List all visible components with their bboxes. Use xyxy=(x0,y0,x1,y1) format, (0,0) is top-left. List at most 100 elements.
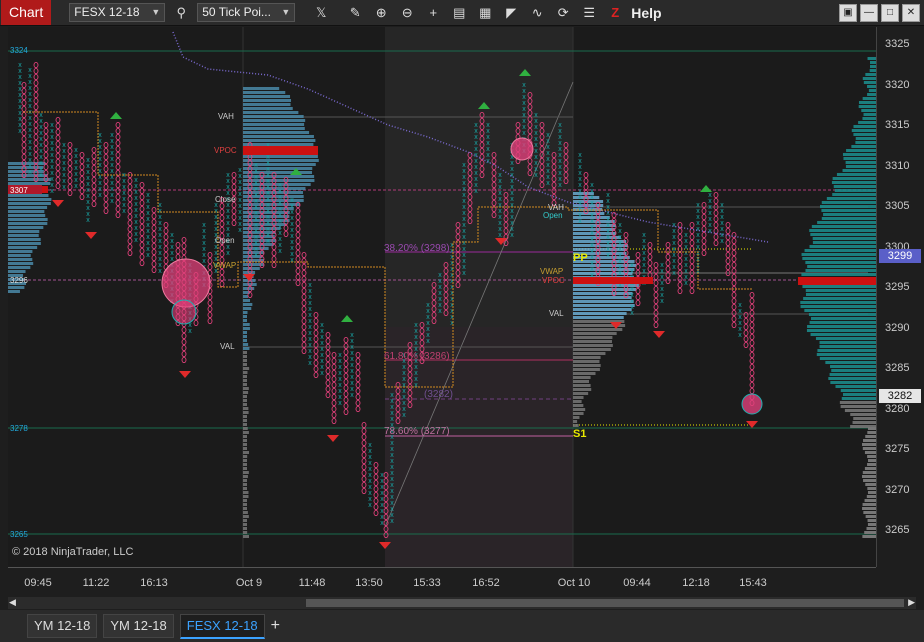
profile-bar xyxy=(243,363,247,366)
profile-bar xyxy=(243,535,249,538)
minimize-button[interactable]: — xyxy=(860,4,878,22)
tab-ym-2[interactable]: YM 12-18 xyxy=(103,614,174,638)
pivot-pp-label: PP xyxy=(573,252,588,264)
pnf-o-mark xyxy=(301,293,307,301)
profile-bar xyxy=(864,499,876,502)
pnf-o-mark xyxy=(67,147,73,155)
restore-button[interactable]: □ xyxy=(881,4,899,22)
tile-icon[interactable]: ▣ xyxy=(839,4,857,22)
add-tab-icon[interactable]: + xyxy=(271,617,280,635)
profile-bar xyxy=(8,202,51,205)
open-label: Open xyxy=(215,236,235,245)
pnf-o-mark xyxy=(725,257,731,265)
pnf-o-mark xyxy=(295,255,301,263)
profile-bar xyxy=(829,373,876,376)
pnf-o-mark xyxy=(743,329,749,337)
pnf-o-mark xyxy=(231,171,237,179)
pnf-o-mark xyxy=(665,247,671,255)
profile-bar xyxy=(573,344,613,347)
chart-panel[interactable]: x x x x x x x x x x x x x x x x x x x x x x x x x x x x x x x x x x x x x x x x… xyxy=(8,27,876,567)
pnf-o-mark xyxy=(33,67,39,75)
price-axis[interactable]: 3325 3320 3315 3310 3305 3300 3295 3290 … xyxy=(876,27,924,567)
profile-bar xyxy=(850,413,876,416)
time-axis[interactable]: 09:45 11:22 16:13 Oct 9 11:48 13:50 15:3… xyxy=(8,567,876,596)
zoom-out-icon[interactable]: ⊖ xyxy=(397,3,417,23)
pnf-o-mark xyxy=(331,399,337,407)
tab-ym-1[interactable]: YM 12-18 xyxy=(27,614,98,638)
pnf-o-mark xyxy=(21,99,27,107)
profile-bar xyxy=(867,85,876,88)
tab-fesx[interactable]: FESX 12-18 xyxy=(179,613,265,639)
pnf-o-mark xyxy=(127,183,133,191)
profile-bar xyxy=(8,182,51,185)
pnf-o-mark xyxy=(635,263,641,271)
point-and-figure-chart[interactable]: x x x x x x x x x x x x x x x x x x x x x x x x x x x x x x x x x x x x x x x x… xyxy=(8,27,876,567)
indicator-icon[interactable]: ∿ xyxy=(527,3,547,23)
z-order-icon[interactable]: Z xyxy=(605,3,625,23)
bar-type-selector[interactable]: 50 Tick Poi... ▼ xyxy=(197,3,296,22)
data-box-icon[interactable]: ▤ xyxy=(449,3,469,23)
pnf-o-mark xyxy=(103,183,109,191)
pnf-o-mark xyxy=(295,267,301,275)
drawing-tools-icon[interactable]: ◤ xyxy=(501,3,521,23)
help-menu[interactable]: Help xyxy=(631,5,661,21)
profile-bar xyxy=(243,155,318,158)
pnf-x-mark: x xyxy=(474,188,478,195)
properties-icon[interactable]: ☰ xyxy=(579,3,599,23)
pnf-o-mark xyxy=(653,321,659,329)
pnf-o-mark xyxy=(139,187,145,195)
scroll-left-icon[interactable]: ◀ xyxy=(9,597,16,608)
profile-bar xyxy=(573,368,600,371)
close-button[interactable]: ✕ xyxy=(902,4,920,22)
pnf-o-mark xyxy=(749,333,755,341)
profile-bar xyxy=(853,125,876,128)
pnf-o-mark xyxy=(355,393,361,401)
profile-bar xyxy=(243,411,249,414)
profile-bar xyxy=(243,255,263,258)
scrollbar-thumb[interactable] xyxy=(306,599,904,607)
pnf-o-mark xyxy=(43,139,49,147)
profile-bar xyxy=(573,412,584,415)
search-icon[interactable]: ⚲ xyxy=(171,3,191,23)
profile-bar xyxy=(843,157,876,160)
pnf-o-mark xyxy=(91,194,97,202)
pnf-o-mark xyxy=(295,243,301,251)
pnf-o-mark xyxy=(331,405,337,413)
refresh-icon[interactable]: ⟳ xyxy=(553,3,573,23)
val-label: VAL xyxy=(220,342,235,351)
profile-bar xyxy=(573,296,632,299)
instrument-selector[interactable]: FESX 12-18 ▼ xyxy=(69,3,166,22)
pnf-o-mark xyxy=(725,263,731,271)
pnf-o-mark xyxy=(79,175,85,183)
profile-bar xyxy=(573,364,601,367)
profile-bar xyxy=(819,345,876,348)
strategy-icon[interactable]: ▦ xyxy=(475,3,495,23)
pnf-o-mark xyxy=(151,218,157,226)
pnf-o-mark xyxy=(67,153,73,161)
vpoc-bar xyxy=(573,277,653,284)
pnf-o-mark xyxy=(219,220,225,228)
pnf-x-mark: x xyxy=(660,298,664,305)
profile-bar xyxy=(243,307,252,310)
profile-bar xyxy=(243,375,247,378)
pnf-o-mark xyxy=(713,197,719,205)
profile-bar xyxy=(573,336,613,339)
data-series-icon[interactable]: 𝕏 xyxy=(311,3,331,23)
profile-bar xyxy=(243,115,304,118)
profile-bar xyxy=(805,269,876,272)
pencil-icon[interactable]: ✎ xyxy=(345,3,365,23)
horizontal-scrollbar[interactable]: ◀ ▶ xyxy=(8,597,916,609)
pnf-o-mark xyxy=(665,241,671,249)
scroll-right-icon[interactable]: ▶ xyxy=(908,597,915,608)
profile-bar xyxy=(867,455,876,458)
pnf-o-mark xyxy=(731,237,737,245)
pnf-o-mark xyxy=(361,481,367,489)
pnf-o-mark xyxy=(647,253,653,261)
profile-bar xyxy=(861,109,876,112)
profile-bar xyxy=(862,507,876,510)
price-label: 3290 xyxy=(885,322,910,334)
zoom-in-icon[interactable]: ⊕ xyxy=(371,3,391,23)
crosshair-icon[interactable]: + xyxy=(423,3,443,23)
pnf-o-mark xyxy=(343,360,349,368)
fib-label: 78.60% (3277) xyxy=(384,426,450,437)
